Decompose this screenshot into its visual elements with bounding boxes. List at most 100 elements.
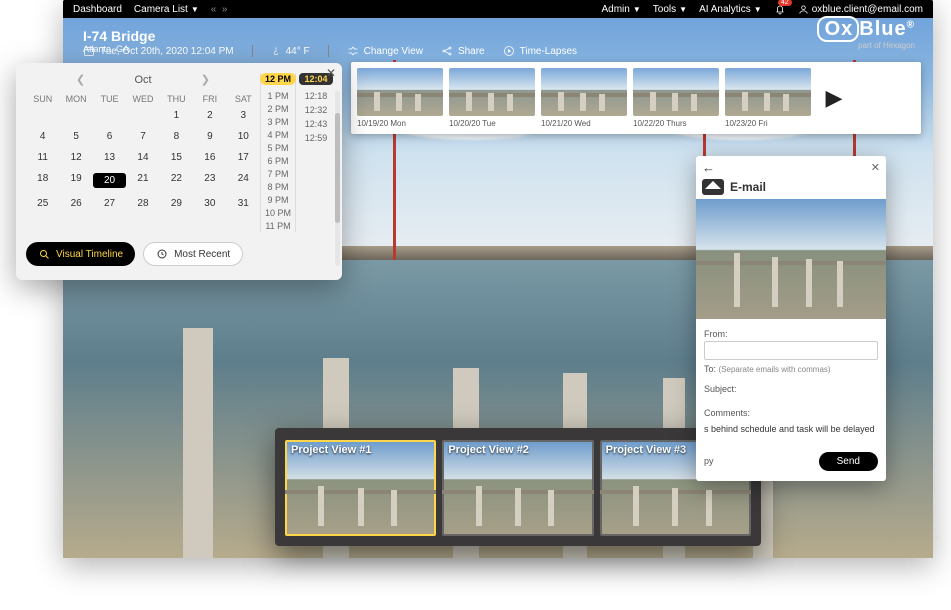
day-cell[interactable]: 24 [227, 173, 260, 188]
filmstrip-thumb[interactable]: 10/21/20 Wed [541, 68, 627, 128]
day-cell[interactable]: 5 [59, 131, 92, 142]
day-cell[interactable]: 31 [227, 198, 260, 209]
day-cell[interactable]: 27 [93, 198, 126, 209]
nav-next-icon[interactable]: » [222, 4, 228, 15]
notifications-bell-icon[interactable]: 42 [774, 3, 786, 15]
send-button[interactable]: Send [819, 452, 878, 471]
hour-option[interactable]: 5 PM [267, 143, 288, 153]
day-cell[interactable]: 20 [93, 173, 126, 188]
day-cell[interactable]: 22 [160, 173, 193, 188]
datetime-picker-trigger[interactable]: Tue, Oct 20th, 2020 12:04 PM [83, 45, 234, 57]
chevron-right-icon[interactable]: ❯ [201, 73, 210, 86]
from-input[interactable] [704, 341, 878, 360]
email-panel: ← ✕ E-mail From: To: (Separate emails wi… [696, 156, 886, 481]
share-button[interactable]: Share [441, 45, 485, 57]
hour-option[interactable]: 4 PM [267, 130, 288, 140]
minute-option[interactable]: 12:18 [305, 91, 328, 101]
hour-selected[interactable]: 12 PM [260, 73, 296, 85]
day-cell[interactable]: 2 [193, 110, 226, 121]
scrollbar[interactable] [335, 91, 340, 266]
minute-option[interactable]: 12:43 [305, 119, 328, 129]
hour-option[interactable]: 1 PM [267, 91, 288, 101]
filmstrip-play-icon[interactable]: ▶ [817, 73, 851, 123]
close-icon[interactable]: ✕ [871, 161, 880, 174]
dow-label: THU [160, 94, 193, 104]
day-cell[interactable]: 10 [227, 131, 260, 142]
day-cell [26, 110, 59, 121]
project-view-thumb[interactable]: Project View #2 [442, 440, 593, 536]
day-cell[interactable]: 9 [193, 131, 226, 142]
filmstrip: 10/19/20 Mon10/20/20 Tue 10/21/20 Wed 10/2… [351, 62, 921, 134]
hour-option[interactable]: 6 PM [267, 156, 288, 166]
hour-option[interactable]: 10 PM [265, 208, 291, 218]
dow-label: FRI [193, 94, 226, 104]
back-arrow-icon[interactable]: ← [702, 160, 715, 175]
day-cell[interactable]: 15 [160, 152, 193, 163]
day-cell[interactable]: 26 [59, 198, 92, 209]
day-cell[interactable]: 4 [26, 131, 59, 142]
day-cell[interactable]: 25 [26, 198, 59, 209]
chevron-left-icon[interactable]: ❮ [76, 73, 85, 86]
nav-ai-analytics[interactable]: AI Analytics▼ [699, 4, 762, 15]
day-cell[interactable]: 23 [193, 173, 226, 188]
day-cell[interactable]: 30 [193, 198, 226, 209]
day-cell[interactable]: 12 [59, 152, 92, 163]
change-view-button[interactable]: Change View [347, 45, 423, 57]
dow-label: SUN [26, 94, 59, 104]
nav-tools[interactable]: Tools ▼ [653, 4, 687, 15]
filmstrip-thumb[interactable]: 10/23/20 Fri [725, 68, 811, 128]
hour-option[interactable]: 8 PM [267, 182, 288, 192]
day-cell[interactable]: 1 [160, 110, 193, 121]
hour-option[interactable]: 3 PM [267, 117, 288, 127]
timelapses-button[interactable]: Time-Lapses [503, 45, 577, 57]
nav-dashboard[interactable]: Dashboard [73, 4, 122, 15]
dow-label: TUE [93, 94, 126, 104]
project-view-title: Project View #3 [606, 444, 687, 456]
project-view-title: Project View #2 [448, 444, 529, 456]
day-cell[interactable]: 29 [160, 198, 193, 209]
thumb-label: 10/21/20 Wed [541, 119, 627, 128]
day-cell[interactable]: 16 [193, 152, 226, 163]
visual-timeline-button[interactable]: Visual Timeline [26, 242, 135, 266]
month-label: Oct [134, 74, 151, 86]
nav-user[interactable]: oxblue.client@email.com [798, 4, 923, 15]
hour-option[interactable]: 2 PM [267, 104, 288, 114]
close-icon[interactable]: ✕ [326, 66, 336, 80]
hour-option[interactable]: 11 PM [265, 221, 290, 231]
hour-option[interactable]: 9 PM [267, 195, 288, 205]
day-cell[interactable]: 14 [126, 152, 159, 163]
project-view-thumb[interactable]: Project View #1 [285, 440, 436, 536]
day-cell[interactable]: 18 [26, 173, 59, 188]
thumb-label: 10/22/20 Thurs [633, 119, 719, 128]
subject-label: Subject: [704, 384, 878, 394]
datepicker-panel: ✕ ❮ Oct ❯ SUNMONTUEWEDTHUFRISAT 12345678… [16, 63, 342, 280]
thumb-label: 10/23/20 Fri [725, 119, 811, 128]
day-cell [93, 110, 126, 121]
day-cell[interactable]: 17 [227, 152, 260, 163]
day-cell[interactable]: 28 [126, 198, 159, 209]
filmstrip-thumb[interactable]: 10/20/20 Tue [449, 68, 535, 128]
day-cell[interactable]: 7 [126, 131, 159, 142]
day-cell[interactable]: 19 [59, 173, 92, 188]
project-views-panel: ✕ Project View #1Project View #2Project … [275, 428, 761, 546]
nav-admin[interactable]: Admin ▼ [602, 4, 641, 15]
send-copy-link[interactable]: py [704, 456, 714, 466]
nav-camera-list[interactable]: Camera List ▼ [134, 4, 199, 15]
minute-option[interactable]: 12:32 [305, 105, 328, 115]
day-cell[interactable]: 13 [93, 152, 126, 163]
filmstrip-thumb[interactable]: 10/22/20 Thurs [633, 68, 719, 128]
notifications-badge: 42 [778, 0, 792, 6]
most-recent-button[interactable]: Most Recent [143, 242, 243, 266]
minute-option[interactable]: 12:59 [305, 133, 328, 143]
filmstrip-thumb[interactable]: 10/19/20 Mon [357, 68, 443, 128]
dow-label: MON [59, 94, 92, 104]
nav-prev-icon[interactable]: « [211, 4, 217, 15]
day-cell[interactable]: 8 [160, 131, 193, 142]
day-cell[interactable]: 21 [126, 173, 159, 188]
weather-temp: 44° F [271, 45, 310, 57]
comments-preview: s behind schedule and task will be delay… [704, 424, 878, 436]
day-cell[interactable]: 6 [93, 131, 126, 142]
hour-option[interactable]: 7 PM [267, 169, 288, 179]
day-cell[interactable]: 11 [26, 152, 59, 163]
day-cell[interactable]: 3 [227, 110, 260, 121]
